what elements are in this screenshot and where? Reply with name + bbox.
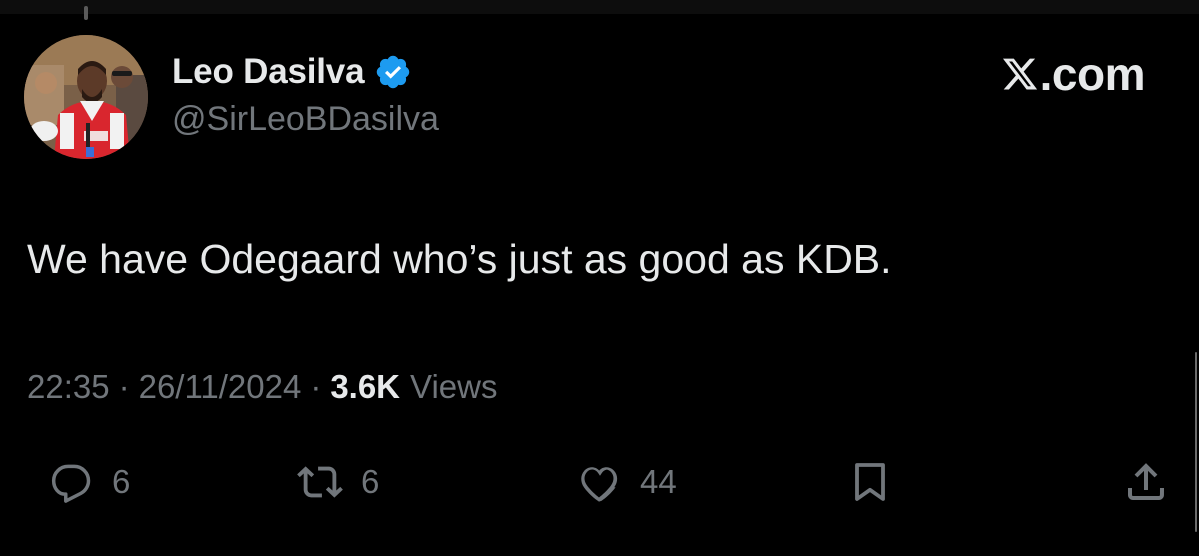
author-handle[interactable]: @SirLeoBDasilva [172, 100, 439, 139]
retweet-button[interactable]: 6 [297, 452, 379, 512]
share-icon [1122, 458, 1170, 506]
views-count: 3.6K [330, 368, 401, 405]
avatar-photo [24, 35, 148, 159]
reply-icon [50, 460, 94, 504]
author-name-row[interactable]: Leo Dasilva [172, 50, 412, 94]
action-bar: 6 6 44 [0, 452, 1199, 512]
reply-button[interactable]: 6 [50, 452, 130, 512]
like-count: 44 [640, 463, 677, 500]
display-name[interactable]: Leo Dasilva [172, 52, 365, 92]
tweet-date[interactable]: 26/11/2024 [139, 368, 302, 406]
bookmark-button[interactable] [846, 452, 894, 512]
like-button[interactable]: 44 [576, 452, 677, 512]
views-label: Views [410, 368, 498, 405]
x-logo-icon [1001, 55, 1039, 93]
tweet-text: We have Odegaard who’s just as good as K… [27, 236, 892, 282]
meta-separator: · [118, 368, 130, 405]
scrollbar[interactable] [1195, 352, 1197, 532]
x-com-text: .com [1039, 48, 1146, 100]
avatar[interactable] [24, 35, 148, 159]
top-strip [0, 0, 1199, 14]
verified-badge-icon [374, 53, 412, 91]
bookmark-icon [846, 458, 894, 506]
tweet-time[interactable]: 22:35 [27, 368, 110, 406]
meta-separator: · [310, 368, 322, 405]
reply-count: 6 [112, 463, 131, 500]
drag-handle [84, 6, 88, 20]
retweet-count: 6 [361, 463, 380, 500]
heart-icon [576, 459, 622, 505]
retweet-icon [297, 459, 343, 505]
share-button[interactable] [1122, 452, 1170, 512]
tweet-meta: 22:35 · 26/11/2024 · 3.6K Views [27, 364, 497, 410]
x-com-brand[interactable]: .com [1001, 48, 1146, 100]
